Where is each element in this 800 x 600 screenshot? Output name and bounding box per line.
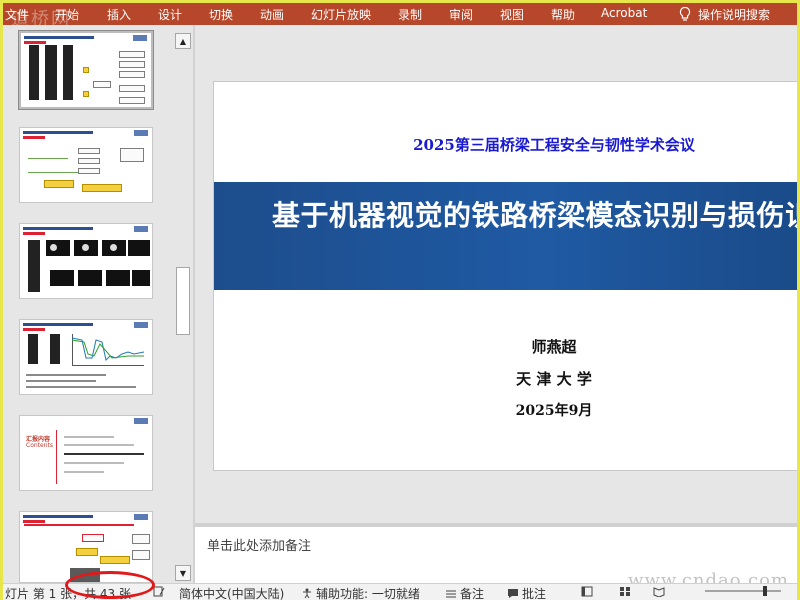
slide-thumbnail-pane: 汇报内容 Contents: [3, 25, 193, 583]
reading-view-button[interactable]: [653, 585, 668, 599]
affiliation: 天 津 大 学: [516, 370, 592, 388]
accessibility-label: 辅助功能: 一切就绪: [316, 587, 420, 600]
comments-label: 批注: [522, 587, 547, 600]
tab-review[interactable]: 审阅: [449, 6, 473, 23]
zoom-slider[interactable]: [703, 585, 783, 600]
notes-label: 备注: [460, 587, 485, 600]
slide-thumbnail[interactable]: 汇报内容 Contents: [19, 415, 153, 491]
tell-me-search[interactable]: 操作说明搜索: [677, 3, 770, 25]
slide-sorter-button[interactable]: [619, 585, 634, 599]
tab-home[interactable]: 开始: [55, 6, 79, 23]
tell-me-label: 操作说明搜索: [698, 7, 771, 22]
accessibility-status[interactable]: 辅助功能: 一切就绪: [301, 585, 420, 600]
tab-record[interactable]: 录制: [398, 6, 422, 23]
scrollbar-thumb[interactable]: [176, 267, 190, 335]
accessibility-icon: [303, 588, 311, 599]
comments-button[interactable]: 批注: [507, 585, 546, 600]
status-bar: 灯片 第 1 张，共 43 张 简体中文(中国大陆) 辅助功能: 一切就绪 备注…: [3, 583, 797, 600]
slide-thumbnail[interactable]: [19, 319, 153, 395]
zoom-slider-track: [705, 586, 781, 596]
tab-slideshow[interactable]: 幻灯片放映: [311, 6, 371, 23]
scroll-down-button[interactable]: ▼: [175, 565, 191, 581]
slide-thumbnail[interactable]: [18, 30, 154, 110]
slide-counter: 灯片 第 1 张，共 43 张: [5, 587, 131, 600]
slide-thumbnail[interactable]: [19, 127, 153, 203]
notes-icon: [446, 590, 456, 598]
slide-editing-area: 2025第三届桥梁工程安全与韧性学术会议 基于机器视觉的铁路桥梁模态识别与损伤识…: [195, 25, 797, 525]
slide-thumbnail[interactable]: [19, 223, 153, 299]
presenter-name: 师燕超: [531, 338, 577, 356]
slide-sorter-icon: [620, 587, 630, 596]
spellcheck-icon[interactable]: [153, 585, 168, 599]
comment-icon: [508, 589, 518, 598]
tab-file[interactable]: 文件: [5, 6, 29, 23]
scroll-up-button[interactable]: ▲: [175, 33, 191, 49]
notes-pane[interactable]: 单击此处添加备注 www.cndao.com: [195, 527, 797, 591]
notes-placeholder: 单击此处添加备注: [207, 539, 312, 554]
normal-view-button[interactable]: [581, 585, 596, 599]
slide-thumbnail[interactable]: [19, 511, 153, 583]
tab-animations[interactable]: 动画: [260, 6, 284, 23]
slide-title: 基于机器视觉的铁路桥梁模态识别与损伤识: [272, 199, 797, 232]
thumbnail-line-plot: [72, 337, 144, 361]
tab-transitions[interactable]: 切换: [209, 6, 233, 23]
thumbnail-scrollbar[interactable]: ▲ ▼: [175, 29, 191, 581]
thumb-contents-subtitle: Contents: [26, 442, 53, 449]
language-indicator[interactable]: 简体中文(中国大陆): [179, 585, 284, 600]
conference-title: 2025第三届桥梁工程安全与韧性学术会议: [413, 136, 695, 154]
notes-button[interactable]: 备注: [445, 585, 484, 600]
reading-view-icon: [653, 587, 665, 597]
tab-help[interactable]: 帮助: [551, 6, 575, 23]
current-slide[interactable]: 2025第三届桥梁工程安全与韧性学术会议 基于机器视觉的铁路桥梁模态识别与损伤识…: [213, 81, 797, 471]
tab-view[interactable]: 视图: [500, 6, 524, 23]
lightbulb-icon: [679, 6, 691, 21]
tab-insert[interactable]: 插入: [107, 6, 131, 23]
tab-acrobat[interactable]: Acrobat: [601, 6, 647, 20]
ribbon-tab-bar: 道桥网 文件 开始 插入 设计 切换 动画 幻灯片放映 录制 审阅 视图 帮助 …: [3, 3, 797, 25]
normal-view-icon: [581, 586, 593, 597]
tab-design[interactable]: 设计: [158, 6, 182, 23]
presentation-date: 2025年9月: [515, 403, 593, 419]
